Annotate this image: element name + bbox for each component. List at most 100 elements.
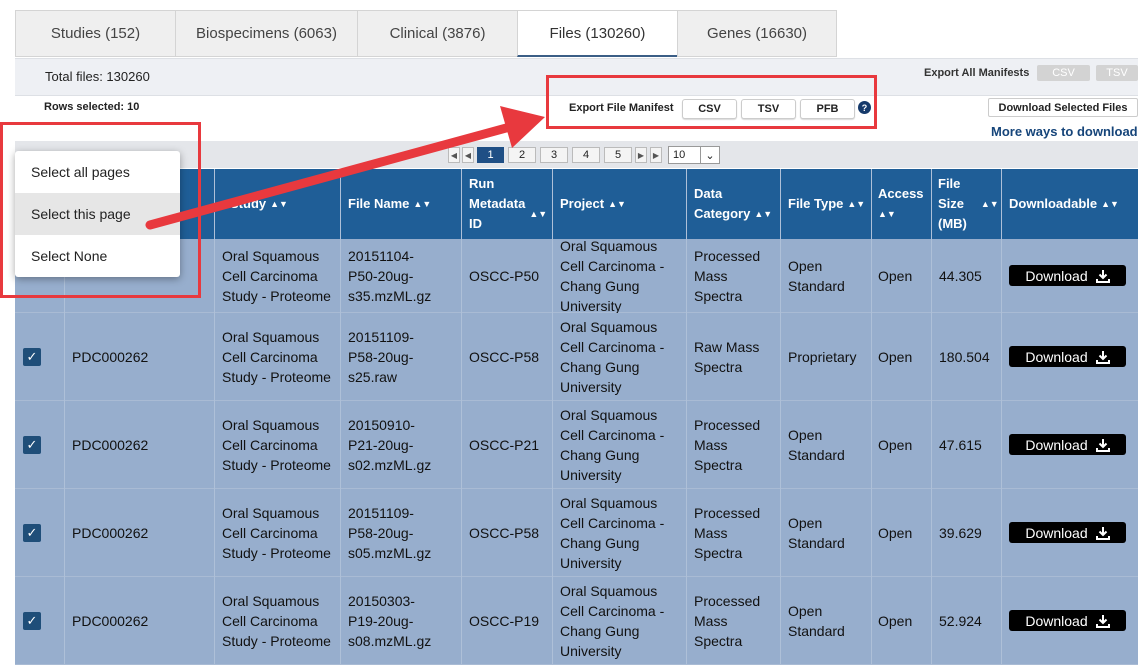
data-category-cell: Processed Mass Spectra (694, 591, 760, 651)
cell-line: Cell Carcinoma (222, 437, 318, 453)
sort-icon: ▲▼ (608, 199, 626, 209)
cell-line: Standard (788, 278, 845, 294)
column-access[interactable]: Access ▲▼ (871, 169, 931, 239)
project-cell: Oral Squamous Cell Carcinoma - Chang Gung U… (560, 405, 664, 485)
cell-line: 20151109- (348, 505, 414, 521)
cell-line: Standard (788, 535, 845, 551)
file-type-cell: Open Standard (788, 513, 845, 553)
cell-line: Open (788, 258, 823, 274)
column-file-size-label: File Size (MB) (938, 174, 967, 234)
column-divider (931, 169, 932, 664)
column-file-type[interactable]: File Type ▲▼ (780, 169, 871, 239)
access-value: Open (878, 349, 913, 365)
column-data-category[interactable]: Data Category ▲▼ (686, 169, 780, 239)
tab-files[interactable]: Files (130260) (517, 10, 677, 57)
cell-line: University (560, 643, 622, 659)
access-cell: Open (878, 523, 912, 543)
study-cell: Oral Squamous Cell Carcinoma Study - Prote… (222, 415, 331, 475)
cell-line: s35.mzML.gz (348, 288, 432, 304)
cell-line: 20151109- (348, 329, 414, 345)
access-cell: Open (878, 266, 912, 286)
cell-line: Processed (694, 417, 761, 433)
download-button[interactable]: Download (1009, 522, 1126, 543)
cell-line: Oral Squamous (560, 319, 658, 335)
export-all-csv-button[interactable]: CSV (1037, 65, 1090, 81)
tab-clinical[interactable]: Clinical (3876) (357, 10, 517, 57)
run-metadata-cell: OSCC-P21 (469, 435, 539, 455)
download-button[interactable]: Download (1009, 265, 1126, 286)
cell-line: Study - Proteome (222, 633, 331, 649)
row-checkbox[interactable]: ✓ (23, 436, 41, 454)
download-selected-button[interactable]: Download Selected Files (988, 98, 1138, 117)
page-1[interactable]: 1 (477, 147, 504, 163)
sort-icon: ▲▼ (754, 209, 773, 219)
project-cell: Oral Squamous Cell Carcinoma - Chang Gung U… (560, 581, 664, 661)
column-project-label: Project (560, 196, 605, 211)
file-size-cell: 39.629 (939, 523, 982, 543)
last-page-icon[interactable]: ▶ (650, 147, 662, 163)
file-size-cell: 52.924 (939, 611, 982, 631)
cell-line: Chang Gung (560, 278, 640, 294)
cell-line: Mass (694, 268, 728, 284)
download-button[interactable]: Download (1009, 434, 1126, 455)
cell-line: Chang Gung (560, 447, 640, 463)
prev-page-icon[interactable]: ◀ (462, 147, 474, 163)
column-file-type-label: File Type (788, 196, 844, 211)
run-metadata-id: OSCC-P19 (469, 613, 540, 629)
study-cell: Oral Squamous Cell Carcinoma Study - Prote… (222, 246, 331, 306)
cell-line: s08.mzML.gz (348, 633, 432, 649)
column-run-metadata[interactable]: Run Metadata ID ▲▼ (461, 169, 553, 239)
run-metadata-cell: OSCC-P58 (469, 347, 539, 367)
tab-biospecimens[interactable]: Biospecimens (6063) (175, 10, 357, 57)
run-metadata-cell: OSCC-P58 (469, 523, 539, 543)
tab-genes[interactable]: Genes (16630) (677, 10, 837, 57)
page-5[interactable]: 5 (604, 147, 632, 163)
row-checkbox[interactable]: ✓ (23, 348, 41, 366)
access-value: Open (878, 437, 913, 453)
column-project[interactable]: Project ▲▼ (552, 169, 686, 239)
row-checkbox[interactable]: ✓ (23, 524, 41, 542)
cell-line: Chang Gung (560, 359, 640, 375)
cell-line: Oral Squamous (222, 505, 320, 521)
column-study-label: Study (230, 196, 267, 211)
download-button[interactable]: Download (1009, 346, 1126, 367)
cell-line: P58-20ug- (348, 349, 414, 365)
cell-line: Cell Carcinoma - (560, 258, 665, 274)
access-value: Open (878, 613, 913, 629)
page-size-select[interactable]: 10 ⌄ (668, 146, 720, 164)
first-page-icon[interactable]: ◀ (448, 147, 460, 163)
cell-line: Spectra (694, 288, 743, 304)
cell-line: Cell Carcinoma - (560, 603, 665, 619)
tab-studies[interactable]: Studies (152) (15, 10, 175, 57)
study-id-cell: PDC000262 (72, 347, 148, 367)
project-cell: Oral Squamous Cell Carcinoma - Chang Gung U… (560, 317, 664, 397)
column-downloadable[interactable]: Downloadable ▲▼ (1001, 169, 1138, 239)
file-type-cell: Open Standard (788, 601, 845, 641)
page-4[interactable]: 4 (572, 147, 600, 163)
file-name-cell: 20150910- P21-20ug-s02.mzML.gz (348, 415, 431, 475)
file-name-cell: 20150303- P19-20ug-s08.mzML.gz (348, 591, 431, 651)
download-button[interactable]: Download (1009, 610, 1126, 631)
column-divider (461, 169, 462, 664)
column-file-name[interactable]: File Name ▲▼ (340, 169, 462, 239)
export-all-tsv-button[interactable]: TSV (1096, 65, 1138, 81)
page-2[interactable]: 2 (508, 147, 536, 163)
column-file-size[interactable]: File Size (MB) ▲▼ (931, 169, 1001, 239)
study-cell: Oral Squamous Cell Carcinoma Study - Prote… (222, 591, 331, 651)
column-access-label: Access (878, 186, 924, 201)
cell-line: Cell Carcinoma - (560, 339, 665, 355)
header-line: (MB) (938, 216, 967, 231)
file-size-value: 47.615 (939, 437, 982, 453)
cell-line: Oral Squamous (560, 407, 658, 423)
file-size-value: 180.504 (939, 349, 990, 365)
column-run-metadata-label: Run Metadata ID (469, 174, 525, 234)
download-label: Download (1025, 436, 1088, 453)
column-study[interactable]: Study ▲▼ (222, 169, 347, 239)
more-ways-link[interactable]: More ways to download (991, 124, 1138, 139)
row-checkbox[interactable]: ✓ (23, 612, 41, 630)
page-3[interactable]: 3 (540, 147, 568, 163)
cell-line: Study - Proteome (222, 545, 331, 561)
sort-icon: ▲▼ (413, 199, 432, 209)
cell-line: Oral Squamous (222, 248, 320, 264)
next-page-icon[interactable]: ▶ (635, 147, 647, 163)
